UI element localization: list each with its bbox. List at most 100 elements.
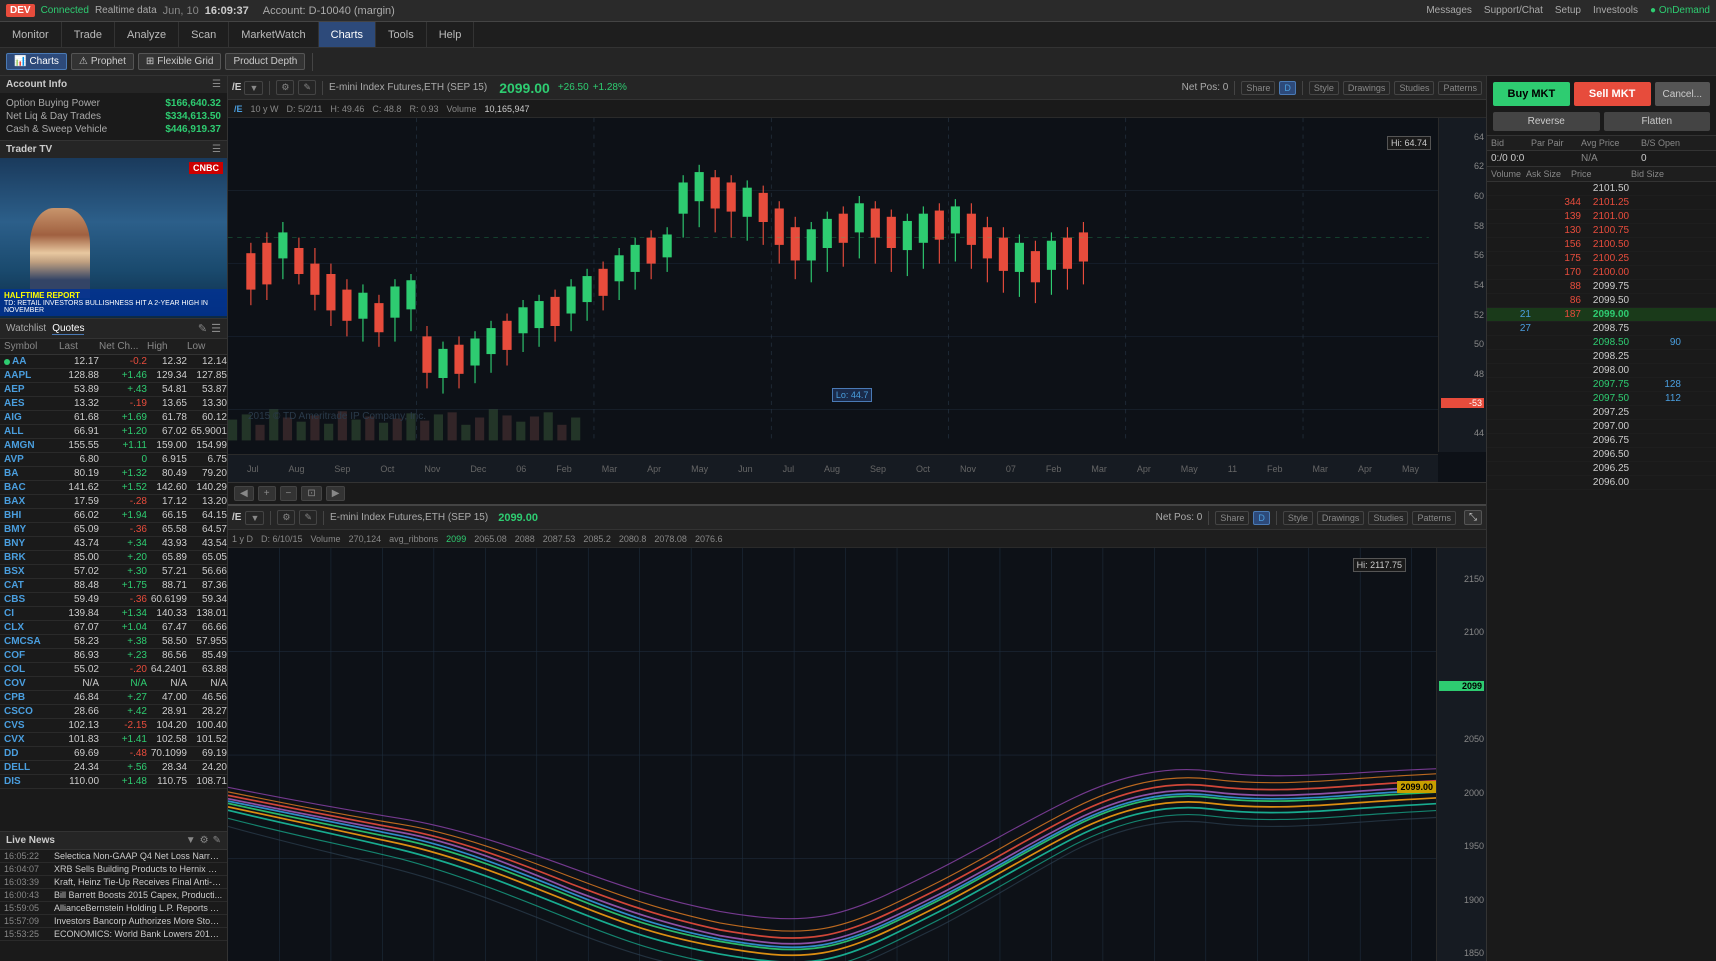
watchlist-row[interactable]: CVS 102.13 -2.15 104.20 100.40 xyxy=(0,719,227,733)
watchlist-row[interactable]: AMGN 155.55 +1.11 159.00 154.99 xyxy=(0,439,227,453)
account-menu-icon[interactable]: ☰ xyxy=(212,79,221,90)
d-btn[interactable]: D xyxy=(1279,81,1296,95)
watchlist-row[interactable]: CMCSA 58.23 +.38 58.50 57.955 xyxy=(0,635,227,649)
watchlist-row[interactable]: BSX 57.02 +.30 57.21 56.66 xyxy=(0,565,227,579)
nav-zoomout-btn[interactable]: − xyxy=(280,486,298,501)
ob-row[interactable]: 130 2100.75 xyxy=(1487,224,1716,238)
news-item[interactable]: 15:59:05 AllianceBernstein Holding L.P. … xyxy=(0,902,227,915)
watchlist-row[interactable]: DIS 110.00 +1.48 110.75 108.71 xyxy=(0,775,227,789)
sell-mkt-btn[interactable]: Sell MKT xyxy=(1574,82,1651,106)
account-header[interactable]: Account Info ☰ xyxy=(0,76,227,93)
watchlist-row[interactable]: BA 80.19 +1.32 80.49 79.20 xyxy=(0,467,227,481)
top-chart-area[interactable]: 2015 © TD Ameritrade IP Company, Inc. Hi… xyxy=(228,118,1486,482)
tab-watchlist[interactable]: Watchlist xyxy=(6,323,46,335)
investools-link[interactable]: Investools xyxy=(1593,5,1638,16)
nav-fit-btn[interactable]: ⊡ xyxy=(301,486,321,501)
reverse-btn[interactable]: Reverse xyxy=(1493,112,1600,131)
watchlist-row[interactable]: AA 12.17 -0.2 12.32 12.14 xyxy=(0,355,227,369)
messages-link[interactable]: Messages xyxy=(1426,5,1472,16)
watchlist-menu-btn[interactable]: ☰ xyxy=(211,322,221,335)
symbol-dropdown-btn[interactable]: ▼ xyxy=(244,81,263,95)
news-item[interactable]: 16:00:43 Bill Barrett Boosts 2015 Capex,… xyxy=(0,889,227,902)
watchlist-row[interactable]: BAC 141.62 +1.52 142.60 140.29 xyxy=(0,481,227,495)
product-depth-btn[interactable]: Product Depth xyxy=(225,53,305,70)
trader-tv-header[interactable]: Trader TV ☰ xyxy=(0,141,227,158)
top-chart-draw-btn[interactable]: ✎ xyxy=(298,80,316,95)
watchlist-row[interactable]: AAPL 128.88 +1.46 129.34 127.85 xyxy=(0,369,227,383)
nav-back-btn[interactable]: ◀ xyxy=(234,486,254,501)
watchlist-row[interactable]: COL 55.02 -.20 64.2401 63.88 xyxy=(0,663,227,677)
tab-quotes[interactable]: Quotes xyxy=(52,323,84,335)
ob-row[interactable]: 27 2098.75 xyxy=(1487,322,1716,336)
ob-row[interactable]: 88 2099.75 xyxy=(1487,280,1716,294)
watchlist-row[interactable]: BNY 43.74 +.34 43.93 43.54 xyxy=(0,537,227,551)
ob-row[interactable]: 2097.00 xyxy=(1487,420,1716,434)
watchlist-row[interactable]: BRK 85.00 +.20 65.89 65.05 xyxy=(0,551,227,565)
nav-charts[interactable]: Charts xyxy=(319,22,376,47)
ob-row[interactable]: 156 2100.50 xyxy=(1487,238,1716,252)
nav-zoomin-btn[interactable]: + xyxy=(258,486,276,501)
watchlist-row[interactable]: ALL 66.91 +1.20 67.02 65.9001 xyxy=(0,425,227,439)
studies-btn[interactable]: Studies xyxy=(1394,81,1434,95)
charts-btn[interactable]: 📊 Charts xyxy=(6,53,67,70)
watchlist-row[interactable]: COF 86.93 +.23 86.56 85.49 xyxy=(0,649,227,663)
nav-marketwatch[interactable]: MarketWatch xyxy=(229,22,318,47)
patterns-btn[interactable]: Patterns xyxy=(1438,81,1482,95)
watchlist-row[interactable]: CLX 67.07 +1.04 67.47 66.66 xyxy=(0,621,227,635)
watchlist-row[interactable]: CVX 101.83 +1.41 102.58 101.52 xyxy=(0,733,227,747)
watchlist-row[interactable]: AES 13.32 -.19 13.65 13.30 xyxy=(0,397,227,411)
trader-tv-menu-icon[interactable]: ☰ xyxy=(212,144,221,155)
ob-row[interactable]: 2097.50 112 xyxy=(1487,392,1716,406)
news-edit-btn[interactable]: ✎ xyxy=(213,835,221,846)
nav-fwd-btn[interactable]: ▶ xyxy=(326,486,346,501)
ob-row[interactable]: 2098.50 90 xyxy=(1487,336,1716,350)
nav-trade[interactable]: Trade xyxy=(62,22,115,47)
watchlist-row[interactable]: CPB 46.84 +.27 47.00 46.56 xyxy=(0,691,227,705)
news-item[interactable]: 16:03:39 Kraft, Heinz Tie-Up Receives Fi… xyxy=(0,876,227,889)
ob-row[interactable]: 2097.75 128 xyxy=(1487,378,1716,392)
support-link[interactable]: Support/Chat xyxy=(1484,5,1543,16)
watchlist-edit-btn[interactable]: ✎ xyxy=(198,322,207,335)
ob-row[interactable]: 139 2101.00 xyxy=(1487,210,1716,224)
ob-row[interactable]: 86 2099.50 xyxy=(1487,294,1716,308)
ob-row[interactable]: 2098.25 xyxy=(1487,350,1716,364)
watchlist-row[interactable]: BHI 66.02 +1.94 66.15 64.15 xyxy=(0,509,227,523)
ob-row[interactable]: 2098.00 xyxy=(1487,364,1716,378)
flatten-btn[interactable]: Flatten xyxy=(1604,112,1711,131)
news-item[interactable]: 15:57:09 Investors Bancorp Authorizes Mo… xyxy=(0,915,227,928)
nav-tools[interactable]: Tools xyxy=(376,22,427,47)
news-item[interactable]: 16:05:22 Selectica Non-GAAP Q4 Net Loss … xyxy=(0,850,227,863)
watchlist-row[interactable]: CI 139.84 +1.34 140.33 138.01 xyxy=(0,607,227,621)
watchlist-row[interactable]: BAX 17.59 -.28 17.12 13.20 xyxy=(0,495,227,509)
ob-row[interactable]: 2096.25 xyxy=(1487,462,1716,476)
news-filter-btn[interactable]: ▼ xyxy=(186,835,196,846)
ob-row[interactable]: 2096.75 xyxy=(1487,434,1716,448)
bottom-patterns-btn[interactable]: Patterns xyxy=(1412,511,1456,525)
share-btn[interactable]: Share xyxy=(1241,81,1275,95)
bottom-expand-btn[interactable]: ⤡ xyxy=(1464,510,1482,525)
bottom-share-btn[interactable]: Share xyxy=(1215,511,1249,525)
ob-row[interactable]: 2101.50 xyxy=(1487,182,1716,196)
watchlist-row[interactable]: AVP 6.80 0 6.915 6.75 xyxy=(0,453,227,467)
ob-row[interactable]: 175 2100.25 xyxy=(1487,252,1716,266)
flexible-grid-btn[interactable]: ⊞ Flexible Grid xyxy=(138,53,222,70)
watchlist-row[interactable]: CBS 59.49 -.36 60.6199 59.34 xyxy=(0,593,227,607)
watchlist-row[interactable]: AIG 61.68 +1.69 61.78 60.12 xyxy=(0,411,227,425)
nav-monitor[interactable]: Monitor xyxy=(0,22,62,47)
setup-link[interactable]: Setup xyxy=(1555,5,1581,16)
ob-row[interactable]: 170 2100.00 xyxy=(1487,266,1716,280)
bottom-studies-btn[interactable]: Studies xyxy=(1368,511,1408,525)
nav-analyze[interactable]: Analyze xyxy=(115,22,179,47)
bottom-chart-area[interactable]: 2015 © TD Ameritrade IP Company, Inc. Hi… xyxy=(228,548,1486,961)
watchlist-row[interactable]: DD 69.69 -.48 70.1099 69.19 xyxy=(0,747,227,761)
bottom-style-btn[interactable]: Style xyxy=(1283,511,1313,525)
style-btn[interactable]: Style xyxy=(1309,81,1339,95)
ob-row[interactable]: 2097.25 xyxy=(1487,406,1716,420)
bottom-d-btn[interactable]: D xyxy=(1253,511,1270,525)
buy-mkt-btn[interactable]: Buy MKT xyxy=(1493,82,1570,106)
nav-help[interactable]: Help xyxy=(427,22,475,47)
watchlist-row[interactable]: CAT 88.48 +1.75 88.71 87.36 xyxy=(0,579,227,593)
watchlist-row[interactable]: COV N/A N/A N/A N/A xyxy=(0,677,227,691)
top-chart-settings-btn[interactable]: ⚙ xyxy=(276,80,294,95)
watchlist-row[interactable]: DELL 24.34 +.56 28.34 24.20 xyxy=(0,761,227,775)
